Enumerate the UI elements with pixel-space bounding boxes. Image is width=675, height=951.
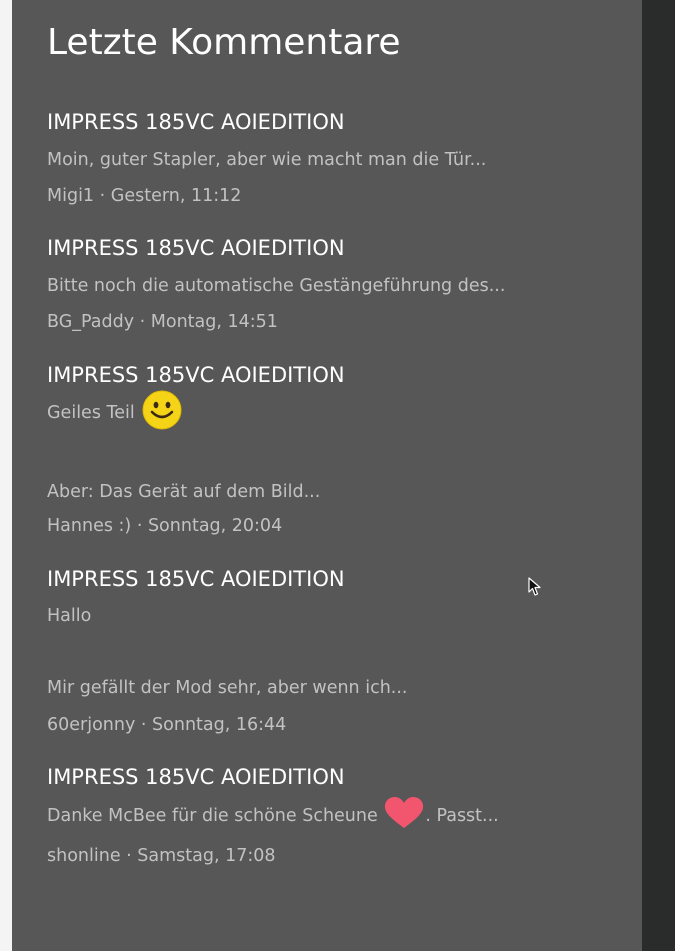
smiley-face-icon: [142, 390, 182, 430]
comment-mod-link[interactable]: IMPRESS 185VC AOIEDITION: [47, 763, 345, 791]
comment-item: IMPRESS 185VC AOIEDITION Danke McBee für…: [47, 761, 627, 881]
comment-meta: Migi1 · Gestern, 11:12: [47, 183, 241, 209]
recent-comments-widget: Letzte Kommentare IMPRESS 185VC AOIEDITI…: [12, 0, 642, 951]
comment-item: IMPRESS 185VC AOIEDITION Moin, guter Sta…: [47, 106, 627, 216]
comment-meta: BG_Paddy · Montag, 14:51: [47, 309, 278, 335]
meta-separator: ·: [134, 312, 151, 332]
comment-excerpt[interactable]: Moin, guter Stapler, aber wie macht man …: [47, 147, 486, 173]
meta-separator: ·: [131, 516, 148, 536]
comment-mod-link[interactable]: IMPRESS 185VC AOIEDITION: [47, 234, 345, 262]
comment-time: Sonntag, 16:44: [152, 715, 287, 735]
comment-excerpt[interactable]: Hallo: [47, 603, 91, 629]
heart-icon: [385, 797, 424, 828]
comment-author[interactable]: Migi1: [47, 186, 94, 206]
comment-meta: 60erjonny · Sonntag, 16:44: [47, 712, 286, 738]
comment-mod-link[interactable]: IMPRESS 185VC AOIEDITION: [47, 361, 345, 389]
comment-time: Sonntag, 20:04: [147, 516, 283, 536]
comment-excerpt[interactable]: Danke McBee für die schöne Scheune . Pas…: [47, 797, 499, 833]
comment-excerpt-text: Geiles Teil: [47, 403, 135, 423]
comment-excerpt-tail: . Passt...: [425, 806, 499, 826]
page-background-left: [0, 0, 12, 951]
mouse-pointer-icon: [528, 577, 541, 596]
page-right-edge: [642, 0, 675, 951]
comment-meta: shonline · Samstag, 17:08: [47, 843, 276, 869]
comment-item: IMPRESS 185VC AOIEDITION Geiles Teil Abe…: [47, 359, 627, 549]
comment-time: Samstag, 17:08: [137, 846, 276, 866]
meta-separator: ·: [120, 846, 138, 866]
comment-author[interactable]: 60erjonny: [47, 715, 135, 735]
comment-time: Gestern, 11:12: [110, 186, 242, 206]
meta-separator: ·: [94, 186, 111, 206]
comment-excerpt-continued[interactable]: Aber: Das Gerät auf dem Bild...: [47, 479, 320, 505]
comment-excerpt[interactable]: Bitte noch die automatische Gestängeführ…: [47, 273, 505, 299]
comment-author[interactable]: shonline: [47, 846, 121, 866]
comment-excerpt-text: Danke McBee für die schöne Scheune: [47, 806, 384, 826]
comment-excerpt-continued[interactable]: Mir gefällt der Mod sehr, aber wenn ich.…: [47, 675, 407, 701]
comment-item: IMPRESS 185VC AOIEDITION Bitte noch die …: [47, 232, 627, 342]
widget-title: Letzte Kommentare: [47, 22, 401, 63]
comment-excerpt[interactable]: Geiles Teil: [47, 390, 182, 430]
comment-mod-link[interactable]: IMPRESS 185VC AOIEDITION: [47, 565, 345, 593]
comment-author[interactable]: BG_Paddy: [47, 312, 134, 332]
comment-mod-link[interactable]: IMPRESS 185VC AOIEDITION: [47, 108, 345, 136]
comment-time: Montag, 14:51: [150, 312, 278, 332]
comment-author[interactable]: Hannes :): [47, 516, 131, 536]
comment-meta: Hannes :) · Sonntag, 20:04: [47, 513, 282, 539]
meta-separator: ·: [135, 715, 153, 735]
